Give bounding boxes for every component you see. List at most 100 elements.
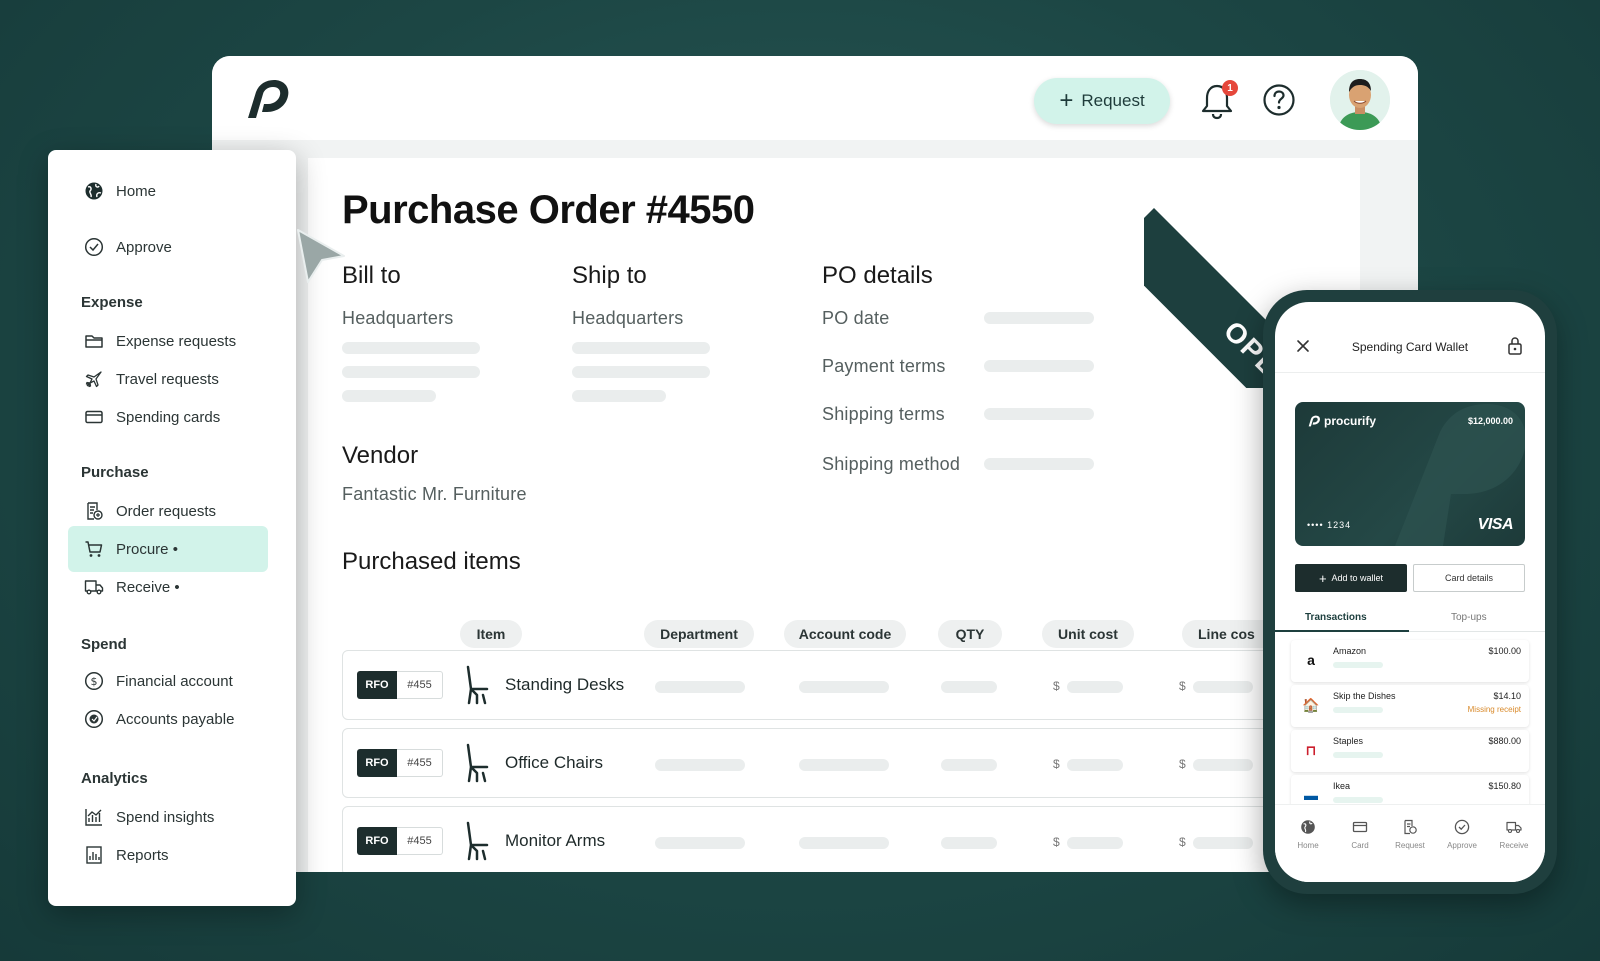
po-date-label: PO date (822, 308, 890, 328)
skeleton-line (342, 366, 480, 378)
line-cost-value (1193, 759, 1253, 771)
skeleton-line (572, 342, 710, 354)
main-window: + Request 1 Purchase Order #4550 OPEN Bi… (212, 56, 1418, 872)
transaction-amount: $880.00 (1488, 736, 1521, 746)
bottom-nav-label: Card (1351, 841, 1369, 850)
payable-icon (84, 709, 104, 729)
rfo-number: #455 (397, 749, 443, 777)
sidebar-item-approve[interactable]: Approve (68, 224, 268, 270)
skeleton-line (342, 342, 480, 354)
card-icon (1352, 821, 1368, 833)
line-cost-value (1193, 837, 1253, 849)
transaction-amount: $14.10 (1493, 691, 1521, 701)
sidebar-item-label: Accounts payable (116, 710, 235, 728)
add-to-wallet-label: Add to wallet (1331, 573, 1384, 583)
column-header-department[interactable]: Department (644, 620, 754, 648)
sidebar-group-expense: Expense (81, 294, 143, 311)
item-name: Monitor Arms (505, 831, 606, 850)
column-header-qty[interactable]: QTY (938, 620, 1002, 648)
column-header-item[interactable]: Item (460, 620, 522, 648)
transaction-name: Amazon (1333, 646, 1367, 656)
sidebar-item-label: Order requests (116, 502, 217, 520)
ikea-logo-icon: ▬ (1304, 787, 1318, 803)
shipping-method-value (984, 458, 1094, 470)
sidebar-item-label: Home (116, 182, 157, 200)
sidebar-item-label: Expense requests (116, 332, 237, 350)
lock-icon[interactable] (1507, 336, 1523, 356)
transaction-item-amazon[interactable]: a Amazon $100.00 (1291, 640, 1529, 682)
tab-transactions[interactable]: Transactions (1305, 612, 1367, 623)
skip-logo-icon: 🏠 (1302, 696, 1320, 713)
transaction-item-staples[interactable]: ⊓ Staples $880.00 (1291, 730, 1529, 772)
item-name: Standing Desks (505, 675, 625, 694)
chair-icon (466, 743, 489, 783)
pointer-cursor-icon (297, 229, 345, 283)
help-icon[interactable] (1262, 83, 1296, 117)
department-value (655, 759, 745, 771)
bottom-nav-label: Receive (1499, 841, 1529, 850)
notification-badge: 1 (1222, 80, 1238, 96)
currency-symbol: $ (1179, 835, 1186, 849)
report-icon (86, 846, 102, 864)
shipping-method-label: Shipping method (822, 454, 961, 474)
card-icon (85, 410, 103, 424)
sidebar-item-label: Spend insights (116, 808, 215, 826)
dollar-icon: $ (84, 671, 104, 691)
globe-icon (1301, 820, 1315, 834)
po-details-heading: PO details (822, 262, 933, 289)
bottom-nav-label: Approve (1447, 841, 1477, 850)
transaction-amount: $100.00 (1488, 646, 1521, 656)
currency-symbol: $ (1053, 757, 1060, 771)
bill-to-heading: Bill to (342, 262, 401, 289)
avatar[interactable] (1330, 70, 1390, 130)
transaction-skeleton (1333, 797, 1383, 803)
sidebar-item-accounts-payable[interactable]: Accounts payable (68, 696, 268, 742)
po-date-value (984, 312, 1094, 324)
procurify-logo-icon[interactable] (242, 76, 292, 122)
payment-terms-value (984, 360, 1094, 372)
currency-symbol: $ (1053, 835, 1060, 849)
sidebar-item-label: Spending cards (116, 408, 221, 426)
sidebar-item-spending-cards[interactable]: Spending cards (68, 394, 268, 440)
sidebar-group-analytics: Analytics (81, 770, 148, 787)
department-value (655, 837, 745, 849)
bottom-nav-request[interactable]: Request (1385, 819, 1435, 850)
transaction-name: Staples (1333, 736, 1364, 746)
plus-icon: + (1059, 87, 1074, 114)
card-details-button[interactable]: Card details (1413, 564, 1525, 592)
qty-value (941, 837, 997, 849)
svg-text:$: $ (91, 675, 98, 688)
request-button[interactable]: + Request (1034, 78, 1170, 124)
missing-receipt-badge: Missing receipt (1467, 705, 1521, 714)
cart-icon (85, 541, 103, 557)
add-to-wallet-button[interactable]: + Add to wallet (1295, 564, 1407, 592)
skeleton-line (572, 390, 666, 402)
sidebar-item-reports[interactable]: Reports (68, 832, 268, 878)
globe-icon (85, 182, 103, 200)
ship-to-value: Headquarters (572, 308, 684, 328)
transaction-skeleton (1333, 752, 1383, 758)
line-cost-value (1193, 681, 1253, 693)
bottom-nav-card[interactable]: Card (1335, 819, 1385, 850)
staples-logo-icon: ⊓ (1305, 741, 1317, 758)
spending-card[interactable]: procurify $12,000.00 •••• 1234 VISA (1295, 402, 1525, 546)
department-value (655, 681, 745, 693)
bottom-nav-home[interactable]: Home (1283, 819, 1333, 850)
transaction-item-skip-the-dishes[interactable]: 🏠 Skip the Dishes $14.10 Missing receipt (1291, 685, 1529, 727)
currency-symbol: $ (1179, 757, 1186, 771)
sidebar-item-receive[interactable]: Receive • (68, 564, 268, 610)
column-header-unit-cost[interactable]: Unit cost (1042, 620, 1134, 648)
table-row[interactable]: RFO #455 Office Chairs $ $ (342, 728, 1360, 798)
sidebar-item-home[interactable]: Home (68, 168, 268, 214)
table-row[interactable]: RFO #455 Standing Desks $ $ (342, 650, 1360, 720)
tab-top-ups[interactable]: Top-ups (1451, 612, 1487, 623)
account-code-value (799, 681, 889, 693)
document-icon (87, 502, 103, 520)
table-row[interactable]: RFO #455 Monitor Arms $ $ (342, 806, 1360, 872)
bottom-nav-receive[interactable]: Receive (1489, 819, 1539, 850)
card-number: •••• 1234 (1307, 520, 1352, 530)
rfo-number: #455 (397, 827, 443, 855)
bottom-nav-approve[interactable]: Approve (1437, 819, 1487, 850)
visa-logo: VISA (1477, 516, 1514, 533)
column-header-account-code[interactable]: Account code (784, 620, 906, 648)
